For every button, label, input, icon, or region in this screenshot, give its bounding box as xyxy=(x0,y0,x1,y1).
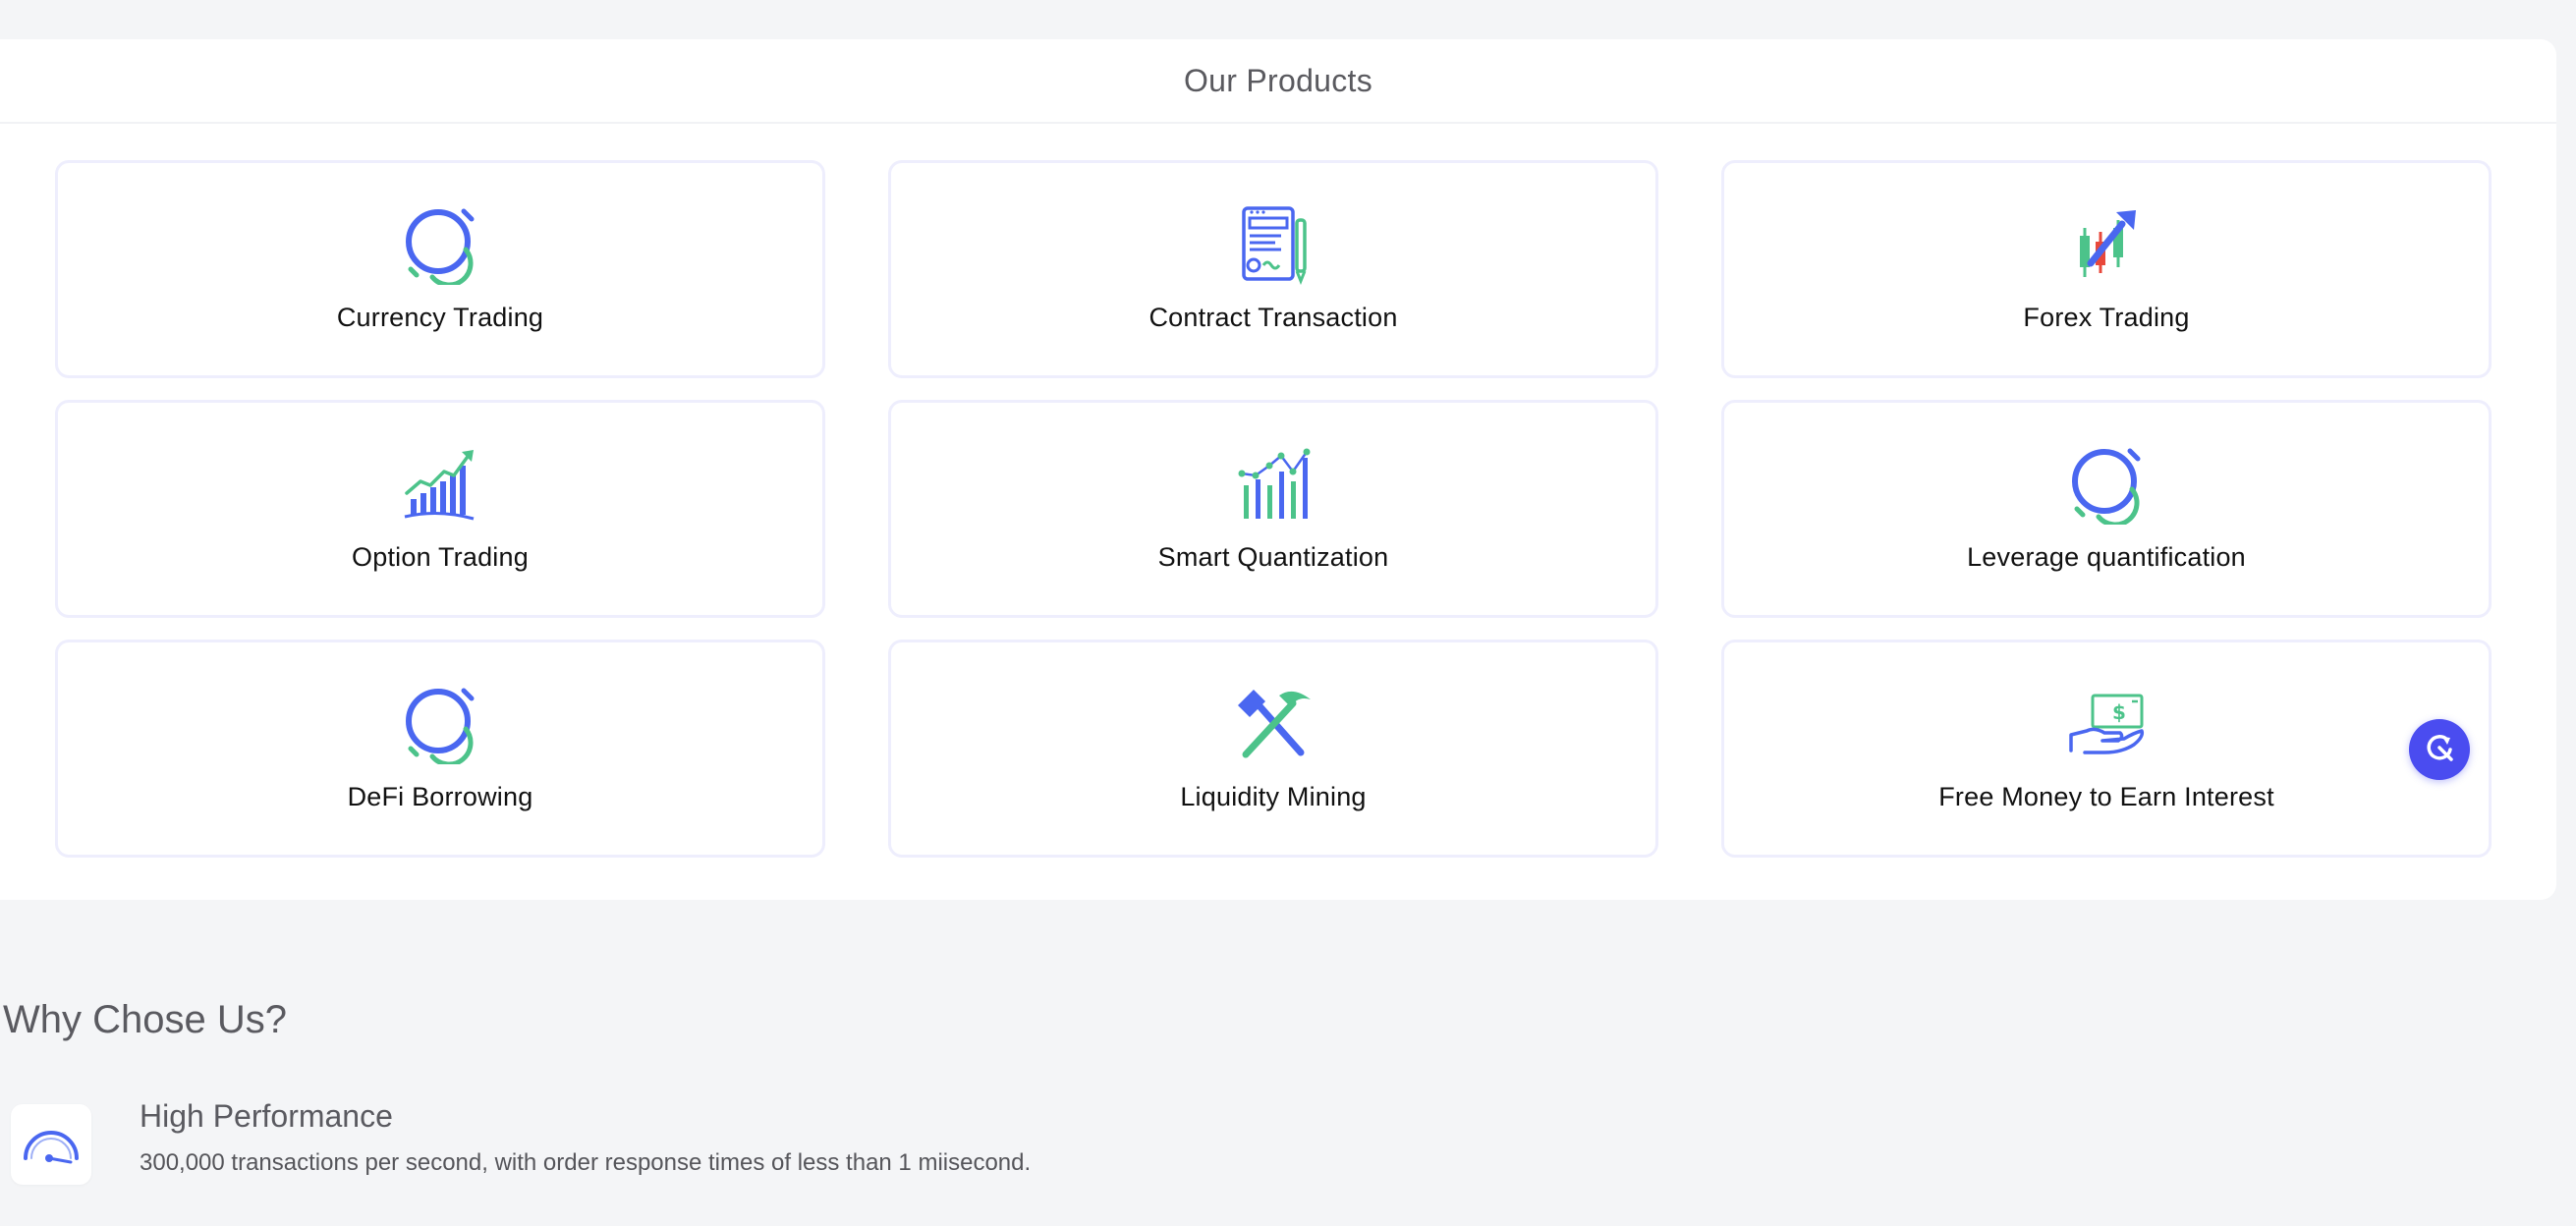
svg-text:$: $ xyxy=(2112,700,2126,724)
contract-document-icon xyxy=(1232,202,1315,285)
product-label: Free Money to Earn Interest xyxy=(1938,782,2274,811)
product-card-contract-transaction[interactable]: Contract Transaction xyxy=(888,160,1658,378)
product-card-defi-borrowing[interactable]: DeFi Borrowing xyxy=(55,640,825,858)
product-card-free-money[interactable]: $ Free Money to Earn Interest xyxy=(1721,640,2492,858)
currency-trading-icon xyxy=(399,202,481,285)
feature-description: 300,000 transactions per second, with or… xyxy=(140,1149,1032,1176)
product-label: Contract Transaction xyxy=(1148,303,1398,332)
products-grid: Currency Trading Contract Transaction Fo… xyxy=(55,160,2492,858)
product-card-currency-trading[interactable]: Currency Trading xyxy=(55,160,825,378)
feature-icon-box xyxy=(11,1104,91,1185)
floating-refresh-button[interactable] xyxy=(2409,719,2470,780)
pickaxe-hammer-icon xyxy=(1232,682,1315,764)
product-label: Leverage quantification xyxy=(1967,542,2246,572)
product-label: Currency Trading xyxy=(336,303,544,332)
speedometer-icon xyxy=(20,1119,83,1171)
products-header: Our Products xyxy=(0,39,2556,124)
product-card-leverage-quantification[interactable]: Leverage quantification xyxy=(1721,400,2492,618)
refresh-icon xyxy=(2423,731,2456,769)
defi-borrowing-icon xyxy=(399,682,481,764)
hand-money-icon: $ xyxy=(2065,682,2148,764)
product-label: Option Trading xyxy=(352,542,529,572)
rising-bar-chart-icon xyxy=(399,442,481,525)
product-card-liquidity-mining[interactable]: Liquidity Mining xyxy=(888,640,1658,858)
candlestick-chart-icon xyxy=(2065,202,2148,285)
product-label: Forex Trading xyxy=(2023,303,2190,332)
products-title: Our Products xyxy=(1183,62,1373,98)
product-label: Liquidity Mining xyxy=(1180,782,1367,811)
product-label: Smart Quantization xyxy=(1157,542,1389,572)
products-panel: Our Products Currency Trading Contract T… xyxy=(0,39,2556,900)
product-card-forex-trading[interactable]: Forex Trading xyxy=(1721,160,2492,378)
line-bar-chart-icon xyxy=(1232,442,1315,525)
feature-title: High Performance xyxy=(140,1098,393,1134)
leverage-icon xyxy=(2065,442,2148,525)
why-choose-us-heading: Why Chose Us? xyxy=(3,998,287,1041)
product-label: DeFi Borrowing xyxy=(347,782,533,811)
product-card-option-trading[interactable]: Option Trading xyxy=(55,400,825,618)
product-card-smart-quantization[interactable]: Smart Quantization xyxy=(888,400,1658,618)
